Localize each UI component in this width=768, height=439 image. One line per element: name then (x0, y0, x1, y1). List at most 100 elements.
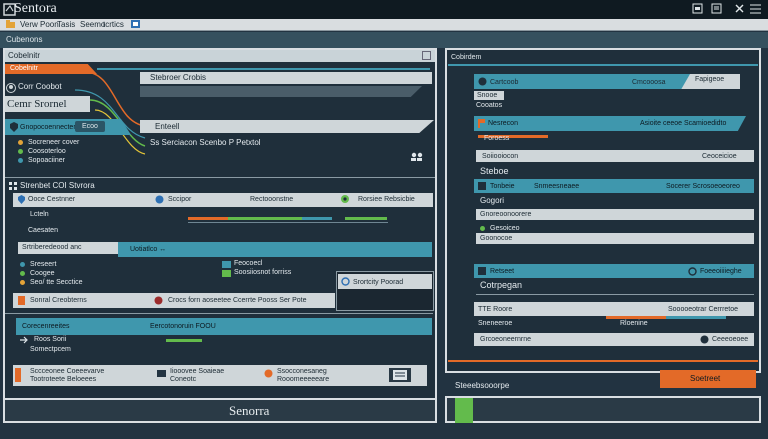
minimize-icon[interactable] (692, 3, 703, 14)
sub-list2-item[interactable]: Feocoecl (234, 260, 262, 267)
row3-list-item[interactable]: Goonocoe (480, 235, 512, 242)
row4-left: Retseet (490, 268, 515, 275)
row3-left: Tonbeie (490, 183, 515, 190)
sub-list-item[interactable]: Sreseert (30, 261, 56, 268)
selected-row-label: Gnopocoennecten (20, 124, 78, 131)
record-icon[interactable] (154, 296, 163, 305)
row5-right: Sooooeotrar Cerrretoe (668, 306, 739, 313)
small-row: Lcteln (30, 211, 49, 218)
bottom-cell: Iiooovee Soaieae (170, 368, 225, 375)
grid-icon (9, 182, 17, 190)
action-desc: Crocs forn aoseetee Ccerrte Pooss Ser Po… (168, 297, 307, 304)
progress-bar (345, 217, 387, 220)
window-title: Sentora (14, 1, 57, 16)
orange-button-label: Soetreet (690, 374, 721, 383)
panel-tab-label: Cobelnitr (8, 51, 41, 60)
row5-sub: Sneneeroe (478, 320, 513, 327)
connector-lines (74, 71, 146, 155)
row4-divider (476, 294, 754, 295)
sub-list-item[interactable]: Coogee (30, 270, 55, 277)
status-dot (20, 271, 25, 276)
shield-icon (18, 195, 25, 204)
row1-mid: Cmcooosa (632, 79, 666, 86)
left-panel-titlebar (5, 50, 435, 62)
row3-title: Steboe (480, 166, 509, 176)
menu-item[interactable]: Seemo (80, 21, 105, 29)
refresh-icon[interactable] (341, 277, 350, 286)
selected-badge-label: Ecoo (82, 123, 98, 130)
toolbar-icon[interactable] (131, 20, 141, 29)
row5-progress (666, 316, 726, 319)
row3-list-item[interactable]: Gnoreoonoorere (480, 211, 531, 218)
folder-icon[interactable] (6, 20, 16, 29)
list-item[interactable]: Coosoterloo (28, 148, 66, 155)
refresh-icon[interactable] (688, 267, 697, 276)
sub-list-item[interactable]: Seo/ tte Secctice (30, 279, 83, 286)
tag-icon (264, 369, 273, 378)
progress-track (188, 222, 388, 223)
folder-icon (222, 261, 231, 268)
gear-icon[interactable] (340, 194, 350, 204)
status-dot (20, 280, 25, 285)
menu-item[interactable]: Verw Poon (20, 21, 59, 29)
sub-list2-item[interactable]: Soosiiosnot forriss (234, 269, 291, 276)
title-bar (0, 0, 768, 19)
row1-sub2: Cooatos (476, 102, 503, 109)
maximize-icon[interactable] (711, 3, 722, 14)
row4-title: Cotrpegan (480, 280, 523, 290)
popup-label: Srortcity Poorad (353, 279, 404, 286)
menu-item[interactable]: tcrtics (103, 21, 124, 29)
right-note: Ss Serciacon Scenbo P Petxtol (150, 138, 261, 147)
flag-icon (478, 119, 485, 128)
progress-bar (166, 339, 202, 342)
list-item[interactable]: Socreneer cover (28, 139, 79, 146)
right-teal-line (448, 64, 758, 66)
misc-row: Roos Sorii (34, 336, 67, 343)
profile-name: Corr Coobot (18, 82, 62, 91)
panel-close-button[interactable] (422, 51, 431, 60)
sub-header (0, 32, 768, 48)
bottom-cell: Ssocconesaneg (277, 368, 327, 375)
row3-mid: Snmeesneaee (534, 183, 580, 190)
row2-sub: Foroess (484, 135, 510, 142)
file-icon (18, 296, 25, 305)
users-icon (411, 152, 423, 161)
right-panel-header: Cobirdem (451, 54, 482, 61)
menu-icon[interactable] (750, 4, 762, 14)
blue-row-left: Corecenreeites (22, 323, 70, 330)
row-header-label: Enteell (155, 122, 180, 131)
action-label[interactable]: Sonral Creobterns (30, 297, 87, 304)
info-icon (155, 195, 164, 204)
list-item[interactable]: Sopoaciiner (28, 157, 65, 164)
right-footer (445, 396, 761, 423)
row5-left: TTE Roore (478, 306, 513, 313)
bottom-cell: Sccceonee Coeeevarve (30, 368, 105, 375)
shield-icon (10, 122, 18, 132)
r2-col4: Rorsiee Rebsicbie (358, 196, 415, 203)
left-footer-label: Senorra (229, 403, 270, 418)
section2-divider (5, 177, 435, 178)
user-icon (478, 77, 487, 86)
row3-right: Socerer Scrosoeoeoreo (666, 183, 740, 190)
menu-item[interactable]: Tasis (57, 21, 75, 29)
left-footer (3, 398, 437, 423)
active-tab-label: Cobelnitr (10, 65, 39, 72)
r2-col2: Sccipor (168, 196, 192, 203)
group-label: Srtriberedeood anc (22, 244, 82, 251)
row2-note: Ceoceicioe (702, 153, 737, 160)
row-header-bar (140, 120, 434, 133)
row3-list-item[interactable]: Gesoiceo (490, 225, 520, 232)
row2-right: Asioite ceeoe Scamioedidto (640, 120, 727, 127)
row6-orange-line (448, 360, 758, 362)
small-row: Caesaten (28, 227, 58, 234)
row2-left: Nesrecon (488, 120, 518, 127)
section-header: Cubenons (6, 35, 43, 44)
r2-col3: Rectooonstne (250, 196, 294, 203)
blue-row[interactable] (16, 318, 432, 335)
user-icon (6, 83, 16, 93)
right-footer-label: Steeebsooorpe (455, 381, 510, 390)
section2-title: Strenbet COI Stvrora (20, 181, 95, 190)
close-icon[interactable] (735, 4, 745, 14)
row1-sub: Snooe (477, 92, 498, 99)
arrow-icon (20, 336, 28, 344)
